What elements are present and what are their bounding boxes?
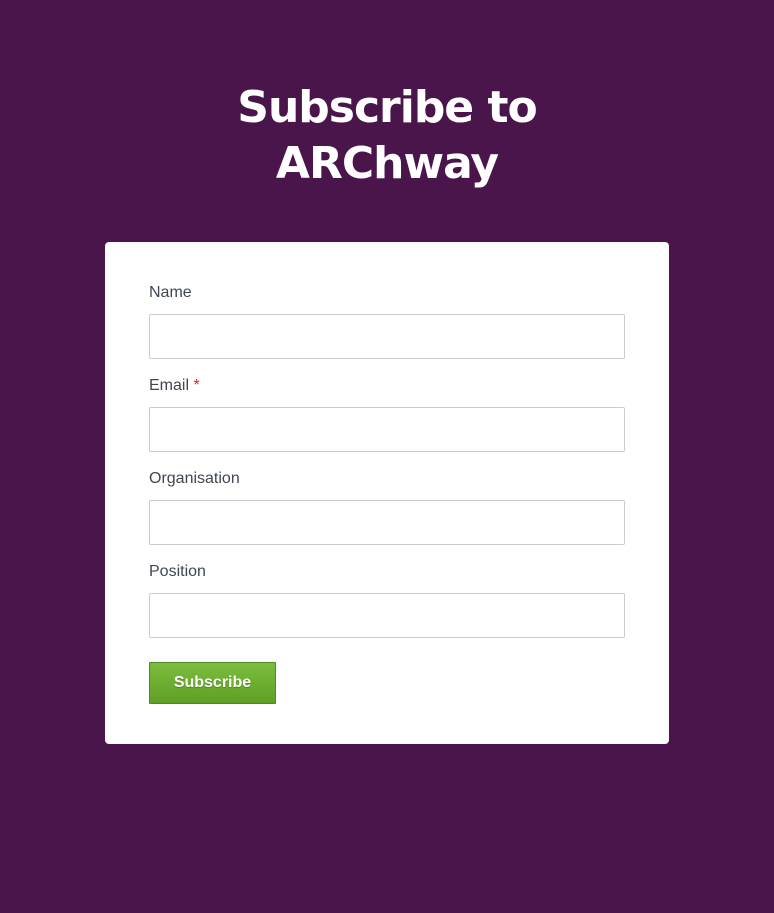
name-label: Name xyxy=(149,284,192,301)
organisation-input[interactable] xyxy=(149,500,625,545)
subscribe-form-card: Name Email * Organisation Position Subsc… xyxy=(105,242,669,744)
organisation-label: Organisation xyxy=(149,470,240,487)
position-label: Position xyxy=(149,563,206,580)
organisation-field-group: Organisation xyxy=(149,469,625,545)
page-title-line-2: ARChway xyxy=(275,138,499,189)
email-label-row: Email * xyxy=(149,376,625,397)
page-title-line-1: Subscribe to xyxy=(237,82,537,133)
email-input[interactable] xyxy=(149,407,625,452)
subscribe-button[interactable]: Subscribe xyxy=(149,662,276,704)
name-input[interactable] xyxy=(149,314,625,359)
position-input[interactable] xyxy=(149,593,625,638)
email-label: Email xyxy=(149,377,190,394)
page-title: Subscribe to ARChway xyxy=(0,80,774,192)
email-field-group: Email * xyxy=(149,376,625,452)
position-field-group: Position xyxy=(149,562,625,638)
name-field-group: Name xyxy=(149,283,625,359)
required-marker: * xyxy=(193,377,200,394)
